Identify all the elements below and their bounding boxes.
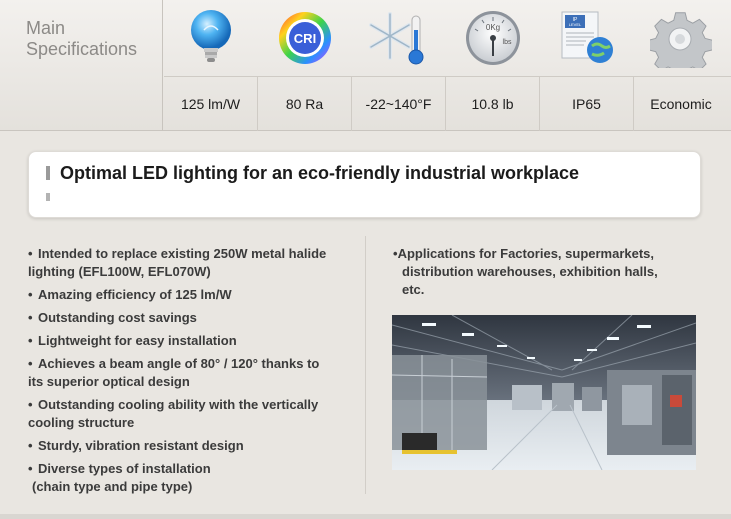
applications-line: Applications for Factories, supermarkets… (393, 245, 693, 263)
gear-icon (634, 0, 728, 76)
feature-text: Outstanding cost savings (38, 310, 197, 325)
ip-text-line2: LEVEL (569, 22, 582, 27)
feature-text: Diverse types of installation (38, 461, 211, 476)
weight-gauge-icon: 0Kg lbs (446, 0, 540, 76)
gauge-side-text: lbs (503, 39, 512, 46)
feature-text: Outstanding cooling ability with the ver… (38, 397, 319, 412)
feature-text-cont: its superior optical design (28, 374, 190, 389)
spec-value-cri: 80 Ra (258, 77, 352, 131)
bulb-icon (164, 0, 258, 76)
feature-item: Intended to replace existing 250W metal … (28, 245, 358, 281)
factory-photo (392, 315, 696, 470)
bottom-border (0, 514, 731, 519)
spec-value-temperature: -22~140°F (352, 77, 446, 131)
spec-value-ip-rating: IP65 (540, 77, 634, 131)
spec-value-weight: 10.8 lb (446, 77, 540, 131)
feature-text: Sturdy, vibration resistant design (38, 438, 244, 453)
gauge-top-text: 0Kg (486, 23, 500, 32)
temperature-icon (352, 0, 446, 76)
feature-text: Amazing efficiency of 125 lm/W (38, 287, 232, 302)
feature-item: Lightweight for easy installation (28, 332, 358, 350)
title-line-main: Main (26, 18, 66, 38)
main-specifications-title: Main Specifications (0, 0, 163, 131)
applications-text: Applications for Factories, supermarkets… (393, 245, 693, 299)
title-line-specifications: Specifications (26, 39, 138, 59)
spec-value-economic: Economic (650, 96, 712, 112)
feature-text: Lightweight for easy installation (38, 333, 237, 348)
feature-item: Outstanding cost savings (28, 309, 358, 327)
feature-item: Outstanding cooling ability with the ver… (28, 396, 358, 432)
headline-accent-mark-small (46, 193, 50, 201)
feature-text-cont: lighting (EFL100W, EFL070W) (28, 264, 211, 279)
feature-text-cont: (chain type and pipe type) (32, 479, 193, 494)
ip-rating-icon: IP LEVEL (540, 0, 634, 76)
feature-text: Intended to replace existing 250W metal … (38, 246, 327, 261)
spec-value-row: 125 lm/W 80 Ra -22~140°F 10.8 lb IP65 Ec… (164, 76, 731, 131)
feature-item: Achieves a beam angle of 80° / 120° than… (28, 355, 358, 391)
headline-card (28, 151, 701, 218)
main-specifications-panel: Main Specifications CRI 0Kg lbs IP LEVEL… (0, 0, 731, 131)
headline-title: Optimal LED lighting for an eco-friendly… (60, 163, 580, 183)
cri-icon-text: CRI (294, 31, 316, 46)
feature-item: Amazing efficiency of 125 lm/W (28, 286, 358, 304)
spec-icon-row: CRI 0Kg lbs IP LEVEL (164, 0, 731, 76)
applications-line: distribution warehouses, exhibition hall… (402, 264, 658, 279)
headline-accent-mark (46, 166, 50, 180)
applications-line: etc. (402, 282, 425, 297)
feature-list: Intended to replace existing 250W metal … (28, 245, 358, 501)
spec-value-efficiency: 125 lm/W (164, 77, 258, 131)
feature-item: Sturdy, vibration resistant design (28, 437, 358, 455)
cri-icon: CRI (258, 0, 352, 76)
feature-text-cont: cooling structure (28, 415, 135, 430)
column-divider (365, 236, 366, 494)
feature-text: Achieves a beam angle of 80° / 120° than… (38, 356, 320, 371)
feature-item: Diverse types of installation (chain type… (28, 460, 358, 496)
